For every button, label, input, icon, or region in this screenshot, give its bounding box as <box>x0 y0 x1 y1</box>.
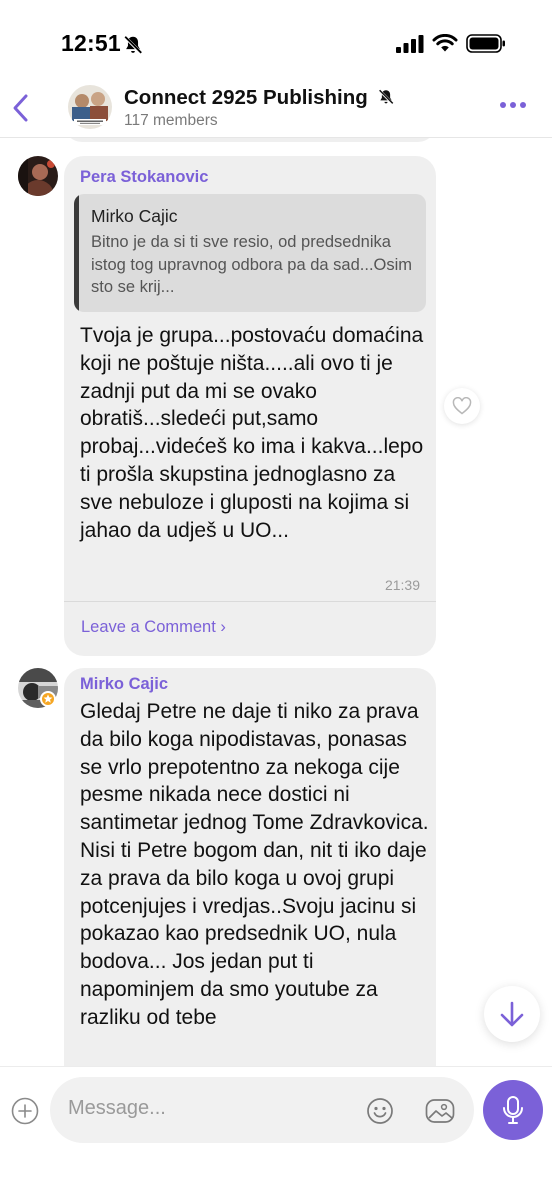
status-bar: 12:51 <box>0 0 552 80</box>
like-button[interactable] <box>444 388 480 424</box>
star-icon <box>43 694 53 703</box>
image-icon[interactable] <box>425 1097 455 1125</box>
quote-text: Bitno je da si ti sve resio, od predsedn… <box>91 233 413 296</box>
quoted-message[interactable]: Mirko Cajic Bitno je da si ti sve resio,… <box>74 194 426 312</box>
battery-icon <box>466 34 505 53</box>
message-text: Gledaj Petre ne daje ti niko za prava da… <box>80 700 429 1029</box>
message-composer <box>0 1066 552 1200</box>
scroll-down-button[interactable] <box>484 986 540 1042</box>
voice-record-button[interactable] <box>483 1080 543 1140</box>
message-list[interactable]: Pera Stokanovic Mirko Cajic Bitno je da … <box>0 138 552 1066</box>
group-title[interactable]: Connect 2925 Publishing <box>124 86 395 110</box>
admin-badge <box>40 691 56 707</box>
more-dots-icon[interactable] <box>500 102 526 108</box>
avatar[interactable] <box>18 156 58 196</box>
sender-name[interactable]: Pera Stokanovic <box>80 168 208 187</box>
group-name: Connect 2925 Publishing <box>124 86 368 109</box>
signal-icon <box>396 34 424 53</box>
wifi-icon <box>432 34 458 52</box>
status-time: 12:51 <box>61 30 121 56</box>
microphone-icon <box>503 1096 523 1124</box>
chevron-left-icon[interactable] <box>6 90 34 126</box>
plus-circle-icon[interactable] <box>11 1097 39 1125</box>
quote-bar <box>74 194 79 312</box>
divider <box>64 601 436 602</box>
quote-author: Mirko Cajic <box>91 206 178 226</box>
chat-header: Connect 2925 Publishing 117 members <box>0 80 552 138</box>
previous-message-bubble <box>64 138 436 142</box>
leave-comment-link[interactable]: Leave a Comment › <box>81 618 226 637</box>
arrow-down-icon <box>500 1001 524 1027</box>
smiley-icon[interactable] <box>366 1097 394 1125</box>
sender-name[interactable]: Mirko Cajic <box>80 675 168 694</box>
bell-off-icon <box>378 89 395 105</box>
message-time: 21:39 <box>384 577 420 593</box>
member-count: 117 members <box>124 112 218 129</box>
message-input[interactable] <box>68 1097 328 1120</box>
bell-off-icon <box>123 35 143 55</box>
heart-icon <box>452 397 472 415</box>
message-bubble[interactable]: Pera Stokanovic Mirko Cajic Bitno je da … <box>64 156 436 656</box>
message-bubble[interactable]: Mirko Cajic Gledaj Petre ne daje ti niko… <box>64 668 436 1066</box>
message-text: Tvoja je grupa...postovaću domaćina koji… <box>80 324 424 542</box>
group-avatar[interactable] <box>68 85 112 129</box>
message-field[interactable] <box>50 1077 474 1143</box>
